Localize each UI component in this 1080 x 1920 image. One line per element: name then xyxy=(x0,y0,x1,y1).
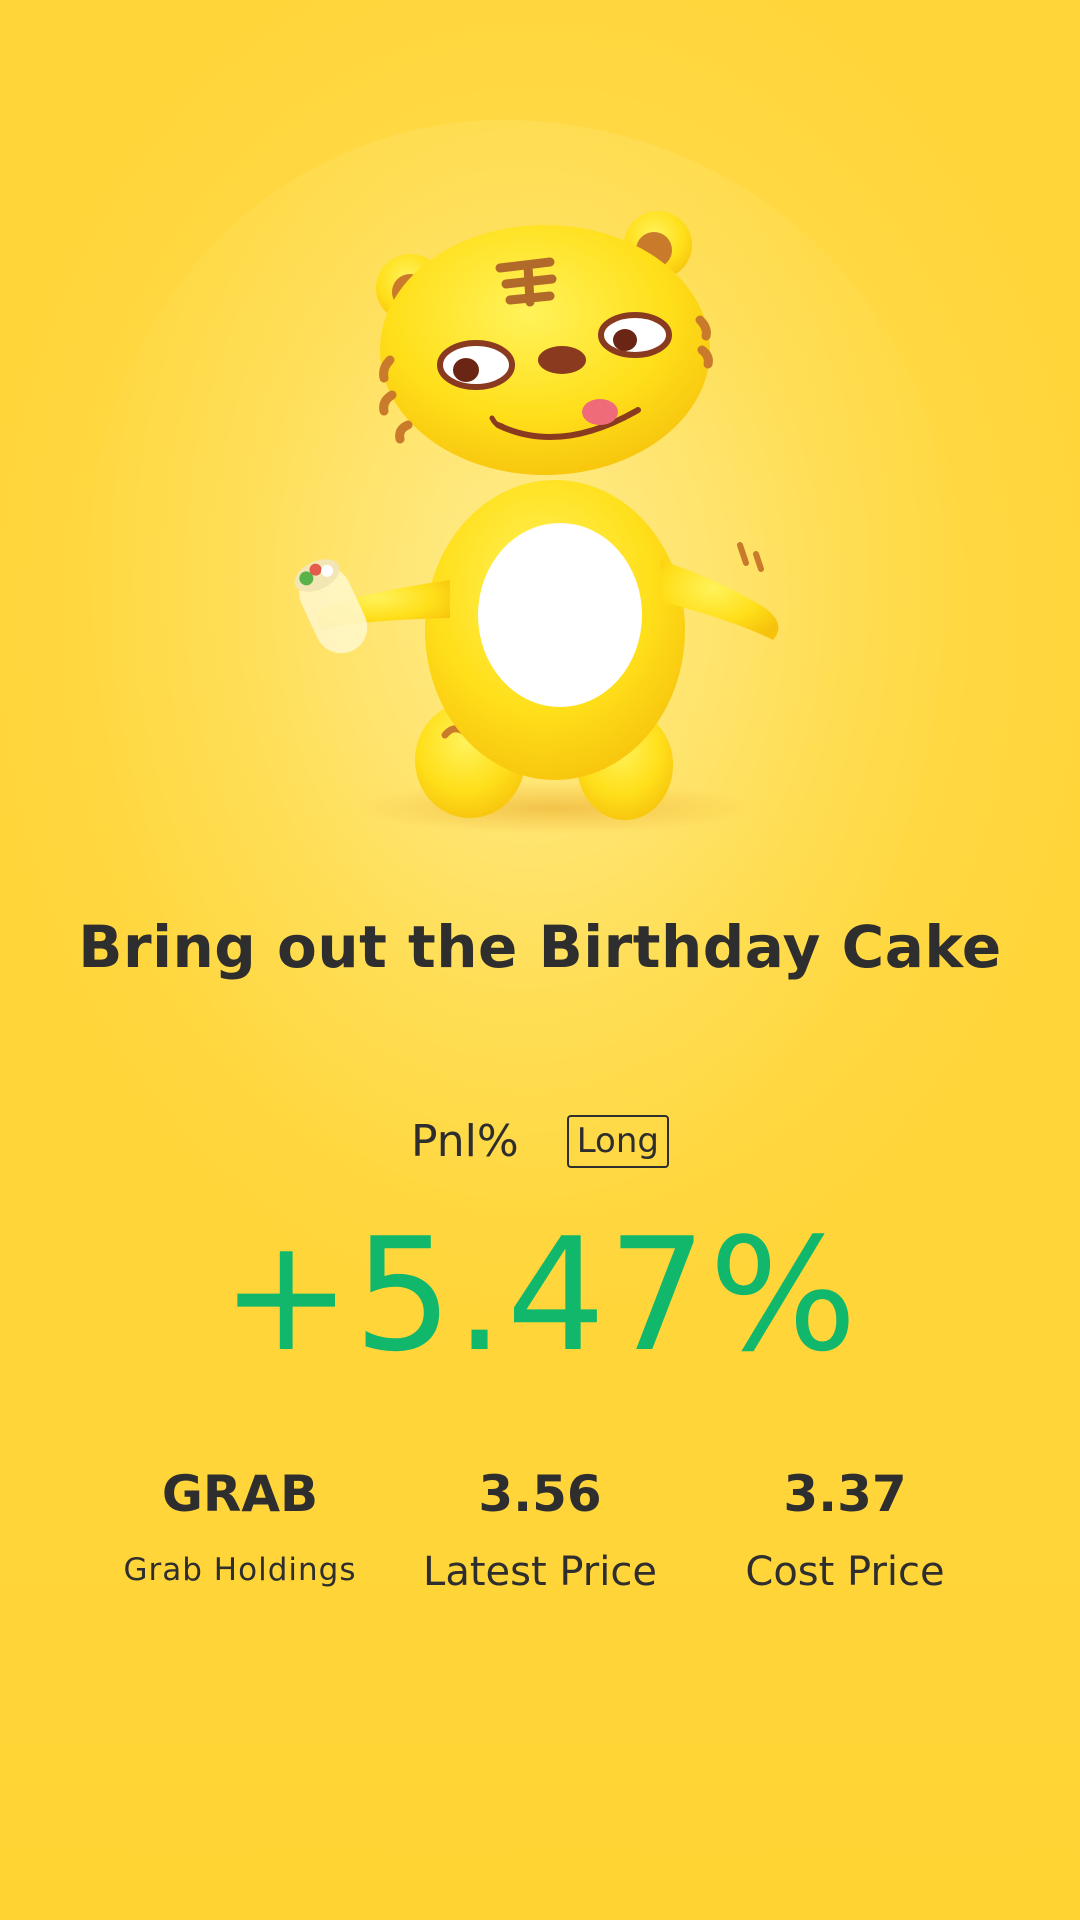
stock-symbol-stat: GRAB Grab Holdings xyxy=(90,1464,390,1592)
pnl-label: Pnl% xyxy=(411,1116,519,1167)
page-title: Bring out the Birthday Cake xyxy=(78,913,1002,981)
cost-price-label: Cost Price xyxy=(745,1549,945,1595)
latest-price-stat: 3.56 Latest Price xyxy=(390,1464,690,1594)
cost-price-stat: 3.37 Cost Price xyxy=(695,1464,995,1594)
tiger-mascot-icon xyxy=(294,211,779,834)
cost-price-value: 3.37 xyxy=(783,1465,907,1523)
pnl-percentage: +5.47% xyxy=(220,1204,860,1386)
stock-symbol: GRAB xyxy=(161,1465,319,1523)
pnl-header: Pnl% Long xyxy=(0,1115,1080,1168)
position-badge: Long xyxy=(566,1115,669,1168)
latest-price-value: 3.56 xyxy=(478,1465,602,1523)
latest-price-label: Latest Price xyxy=(423,1549,657,1595)
stock-name: Grab Holdings xyxy=(123,1552,357,1588)
